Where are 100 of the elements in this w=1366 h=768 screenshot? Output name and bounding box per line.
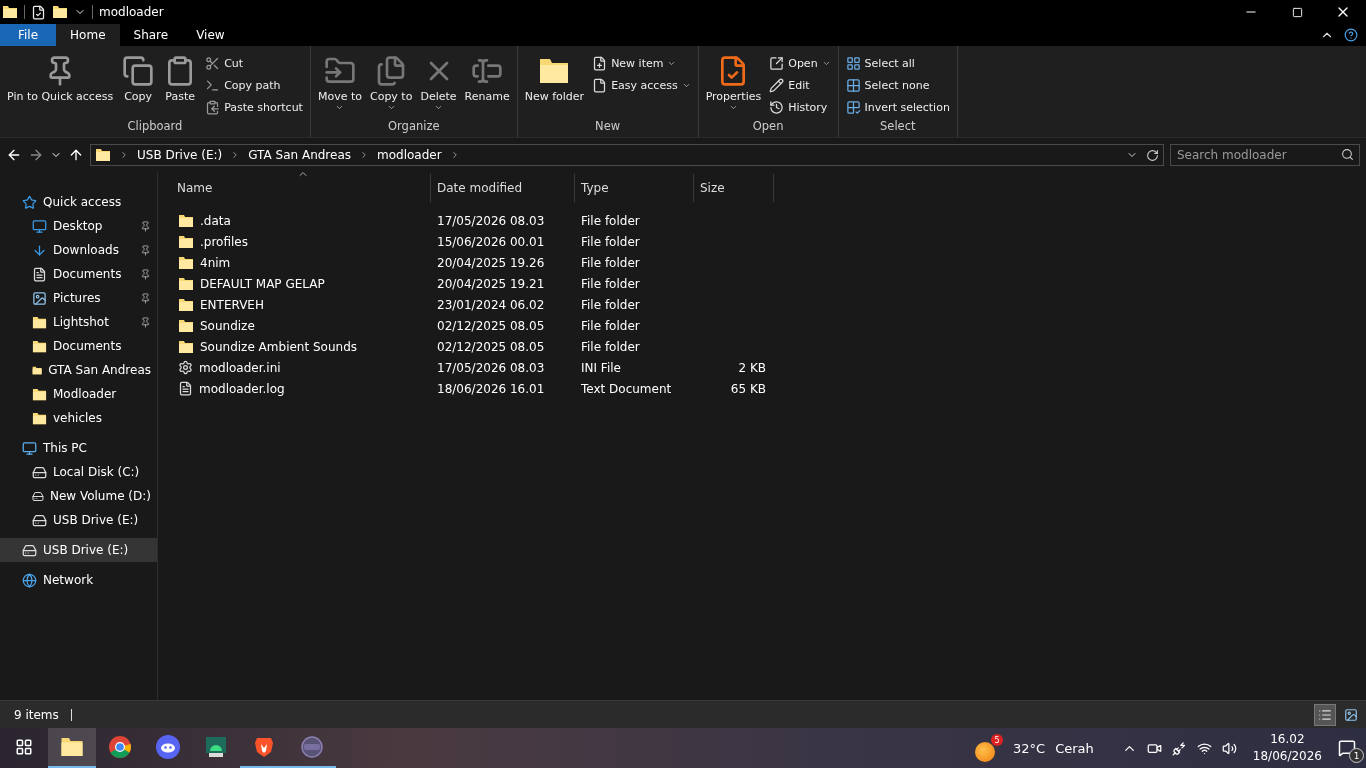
ribbon-button[interactable]: New item	[589, 53, 694, 73]
nav-item[interactable]: USB Drive (E:)	[0, 508, 157, 532]
ribbon-button[interactable]: Pin to Quick access	[4, 50, 117, 119]
type-cell: INI File	[581, 360, 621, 375]
ribbon-button[interactable]: Copy to	[366, 50, 416, 119]
size-cell: 2 KB	[738, 360, 766, 375]
date-cell: 20/04/2025 19.26	[437, 255, 545, 270]
nav-item[interactable]: Lightshot	[0, 310, 157, 334]
column-header[interactable]: Size	[694, 174, 774, 202]
weather-badge: 5	[991, 734, 1004, 746]
nav-item[interactable]: GTA San Andreas	[0, 358, 157, 382]
nav-item[interactable]: Modloader	[0, 382, 157, 406]
nav-item[interactable]: Documents	[0, 262, 157, 286]
help-icon[interactable]	[1344, 28, 1358, 42]
ribbon-tab[interactable]: Share	[119, 24, 183, 46]
ribbon-button[interactable]: Move to	[314, 50, 365, 119]
column-header[interactable]: Type	[575, 174, 694, 202]
shortcut-icon	[205, 99, 221, 115]
ribbon-button[interactable]: Edit	[766, 75, 834, 95]
nav-item[interactable]: vehicles	[0, 406, 157, 430]
android-icon	[204, 735, 228, 759]
ribbon-button[interactable]: New folder	[521, 50, 588, 119]
nav-item[interactable]: New Volume (D:)	[0, 484, 157, 508]
file-name[interactable]: Soundize	[200, 318, 255, 333]
view-button[interactable]	[1314, 703, 1336, 726]
ribbon-button[interactable]: Open	[766, 53, 834, 73]
file-name[interactable]: Soundize Ambient Sounds	[200, 339, 357, 354]
ribbon-button[interactable]: Rename	[461, 50, 513, 119]
nav-item[interactable]: Quick access	[0, 190, 157, 214]
file-name[interactable]: DEFAULT MAP GELAP	[200, 276, 325, 291]
nav-item[interactable]: USB Drive (E:)	[0, 538, 157, 562]
ribbon-button[interactable]: Delete	[417, 50, 460, 119]
folder-icon	[178, 317, 194, 334]
ribbon-button[interactable]: Properties	[702, 50, 765, 119]
weather-condition: Cerah	[1055, 740, 1094, 756]
type-cell: Text Document	[581, 381, 672, 396]
search-field[interactable]: Search modloader	[1170, 144, 1360, 166]
forward-icon[interactable]	[28, 147, 44, 163]
nav-item[interactable]: Local Disk (C:)	[0, 460, 157, 484]
up-icon[interactable]	[68, 147, 84, 163]
file-name[interactable]: modloader.ini	[199, 360, 281, 375]
folder-icon	[60, 735, 84, 759]
weather-icon[interactable]	[975, 742, 996, 762]
file-name[interactable]: ENTERVEH	[200, 297, 264, 312]
new-item-icon	[592, 55, 608, 71]
chevron-icon	[119, 150, 129, 160]
file-name[interactable]: 4nim	[200, 255, 231, 270]
clock-time[interactable]: 16.02	[1270, 731, 1305, 748]
ribbon-tab[interactable]: View	[182, 24, 239, 46]
notification-count: 1	[1349, 748, 1364, 763]
browser-icon	[108, 735, 132, 759]
ribbon-button[interactable]: Copy	[118, 50, 159, 119]
properties-icon	[31, 4, 46, 20]
nav-item[interactable]: Downloads	[0, 238, 157, 262]
ribbon-button[interactable]: Cut	[202, 53, 306, 73]
file-name[interactable]: .profiles	[200, 234, 248, 249]
type-cell: File folder	[581, 318, 640, 333]
item-count: 9 items	[14, 707, 59, 722]
nav-item[interactable]: Pictures	[0, 286, 157, 310]
folder-icon	[178, 233, 194, 250]
ribbon-button[interactable]: Paste	[160, 50, 201, 119]
ribbon-button[interactable]: Copy path	[202, 75, 306, 95]
ribbon-button[interactable]: Select none	[842, 75, 953, 95]
breadcrumb[interactable]: modloader	[377, 148, 442, 162]
windows-icon[interactable]	[15, 738, 33, 756]
group-label: Organize	[387, 119, 441, 135]
clock-date[interactable]: 18/06/2026	[1252, 748, 1322, 765]
nav-item[interactable]: Network	[0, 568, 157, 592]
breadcrumb[interactable]: GTA San Andreas	[248, 148, 352, 162]
ribbon-button[interactable]: Easy access	[589, 75, 694, 95]
ribbon-button[interactable]: Select all	[842, 53, 953, 73]
ribbon-button[interactable]: History	[766, 97, 834, 117]
notification-icon	[1338, 739, 1356, 757]
ribbon-tab[interactable]: File	[0, 24, 57, 46]
maximize-icon[interactable]	[1291, 6, 1303, 18]
open-icon	[769, 55, 785, 71]
file-name[interactable]: .data	[200, 213, 231, 228]
star-icon	[22, 194, 37, 210]
column-header[interactable]: Name	[176, 174, 431, 202]
window-title: modloader	[99, 5, 164, 19]
ribbon-tab[interactable]: Home	[56, 24, 120, 46]
network-icon	[22, 572, 37, 588]
group-label: Clipboard	[126, 119, 184, 135]
file-name[interactable]: modloader.log	[199, 381, 285, 396]
address-bar[interactable]: USB Drive (E:) GTA San Andreas modloader	[90, 144, 1164, 166]
copy-icon	[122, 55, 155, 87]
nav-item[interactable]: This PC	[0, 436, 157, 460]
ribbon-button[interactable]: Invert selection	[842, 97, 953, 117]
nav-item[interactable]: Documents	[0, 334, 157, 358]
drive-icon	[22, 542, 37, 558]
taskbar-app[interactable]	[48, 728, 96, 768]
back-icon[interactable]	[6, 147, 22, 163]
column-header[interactable]: Date modified	[431, 174, 575, 202]
ribbon-button[interactable]: Paste shortcut	[202, 97, 306, 117]
date-cell: 20/04/2025 19.21	[437, 276, 545, 291]
picture-icon	[32, 290, 47, 306]
caret-icon	[728, 103, 738, 112]
search-icon	[1341, 148, 1354, 161]
nav-item[interactable]: Desktop	[0, 214, 157, 238]
breadcrumb[interactable]: USB Drive (E:)	[137, 148, 223, 162]
